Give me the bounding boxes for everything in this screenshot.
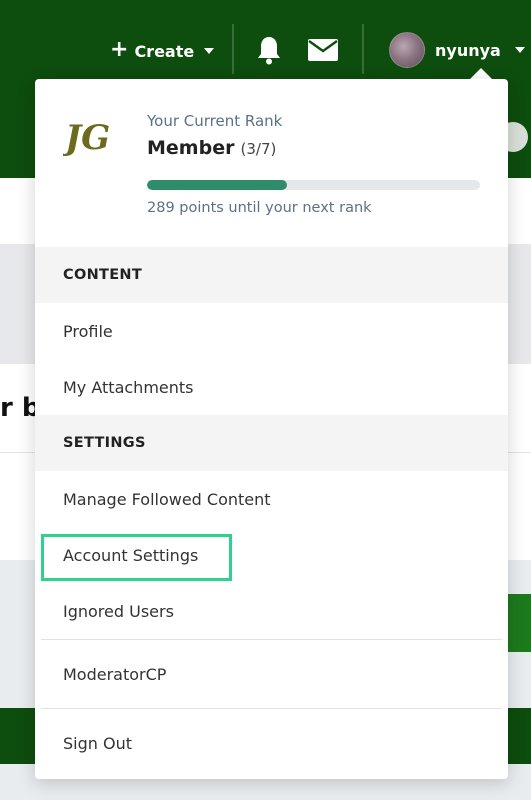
section-header-settings: SETTINGS — [35, 415, 508, 471]
username: nyunya — [435, 40, 501, 60]
user-menu-button[interactable]: nyunya — [389, 32, 525, 68]
rank-progress-bar — [147, 180, 480, 190]
user-dropdown-menu: JG Your Current Rank Member (3/7) 289 po… — [35, 79, 508, 779]
bell-icon[interactable] — [256, 35, 282, 65]
dropdown-arrow — [470, 68, 492, 79]
rank-label: Your Current Rank — [147, 112, 283, 130]
avatar — [389, 32, 425, 68]
menu-item-attachments[interactable]: My Attachments — [35, 359, 508, 415]
chevron-down-icon — [204, 48, 215, 54]
rank-logo-text: JG — [63, 118, 110, 158]
create-label: Create — [134, 41, 195, 61]
rank-count: (3/7) — [240, 140, 277, 158]
menu-item-account-settings[interactable]: Account Settings — [35, 527, 508, 583]
menu-item-moderatorcp[interactable]: ModeratorCP — [35, 640, 508, 708]
chevron-down-icon — [514, 47, 525, 53]
menu-item-profile[interactable]: Profile — [35, 303, 508, 359]
page: + Create nyunya r b JG Your Current Rank… — [0, 0, 531, 800]
nav-divider — [362, 24, 364, 74]
menu-item-followed-content[interactable]: Manage Followed Content — [35, 471, 508, 527]
menu-item-sign-out[interactable]: Sign Out — [35, 709, 508, 777]
envelope-icon[interactable] — [308, 39, 338, 61]
rank-block: JG Your Current Rank Member (3/7) 289 po… — [35, 79, 508, 247]
rank-title: Member — [147, 137, 235, 159]
rank-progress-text: 289 points until your next rank — [147, 200, 372, 216]
rank-name: Member (3/7) — [147, 137, 276, 159]
rank-logo: JG — [63, 118, 110, 158]
menu-item-ignored-users[interactable]: Ignored Users — [35, 583, 508, 639]
create-button[interactable]: + Create — [110, 36, 215, 64]
nav-divider — [232, 24, 234, 74]
plus-icon: + — [110, 36, 129, 62]
section-header-content: CONTENT — [35, 247, 508, 303]
rank-progress-fill — [147, 180, 287, 190]
